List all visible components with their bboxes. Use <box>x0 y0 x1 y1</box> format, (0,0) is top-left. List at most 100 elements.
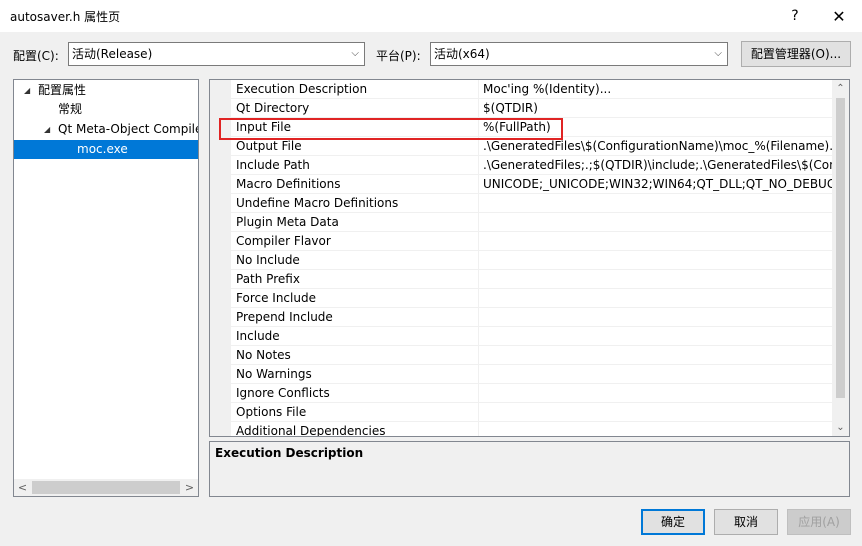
column-separator <box>478 327 479 346</box>
platform-label: 平台(P): <box>376 49 421 63</box>
chevron-down-icon: ⌵ <box>714 48 722 59</box>
property-row[interactable]: No Notes <box>231 346 836 365</box>
property-value[interactable] <box>483 194 835 213</box>
title-bar: autosaver.h 属性页 ? ✕ <box>0 0 862 32</box>
column-separator <box>478 384 479 403</box>
column-separator <box>478 175 479 194</box>
property-name: No Notes <box>236 348 291 362</box>
column-separator <box>478 251 479 270</box>
config-value: 活动(Release) <box>72 47 153 61</box>
close-icon: ✕ <box>832 6 846 26</box>
config-label: 配置(C): <box>13 49 59 63</box>
chevron-down-icon: ⌵ <box>351 48 359 59</box>
column-separator <box>478 156 479 175</box>
help-button[interactable]: ? <box>772 0 818 32</box>
config-manager-button[interactable]: 配置管理器(O)... <box>741 41 851 67</box>
property-value[interactable] <box>483 251 835 270</box>
property-value[interactable]: UNICODE;_UNICODE;WIN32;WIN64;QT_DLL;QT_N… <box>483 175 835 194</box>
tree-item-moc-exe[interactable]: moc.exe <box>14 140 198 159</box>
scroll-down-icon[interactable]: ⌄ <box>832 419 849 436</box>
property-value[interactable] <box>483 422 835 436</box>
property-value[interactable] <box>483 365 835 384</box>
property-value[interactable]: .\GeneratedFiles;.;$(QTDIR)\include;.\Ge… <box>483 156 835 175</box>
property-name: Compiler Flavor <box>236 234 331 248</box>
property-row[interactable]: Qt Directory $(QTDIR) <box>231 99 836 118</box>
tree-horizontal-scrollbar[interactable]: < > <box>14 479 198 496</box>
property-row[interactable]: Prepend Include <box>231 308 836 327</box>
property-row[interactable]: Plugin Meta Data <box>231 213 836 232</box>
tree-item-label: 配置属性 <box>38 83 87 97</box>
column-separator <box>478 213 479 232</box>
scroll-right-icon[interactable]: > <box>181 479 198 496</box>
scrollbar-thumb[interactable] <box>32 481 180 494</box>
property-value[interactable] <box>483 213 835 232</box>
property-name: Additional Dependencies <box>236 424 386 437</box>
column-separator <box>478 270 479 289</box>
property-name: Include <box>236 329 280 343</box>
column-separator <box>478 403 479 422</box>
property-name: No Warnings <box>236 367 312 381</box>
property-name: No Include <box>236 253 300 267</box>
tree-item-general[interactable]: 常规 <box>14 100 198 119</box>
property-name: Execution Description <box>236 82 368 96</box>
property-value[interactable] <box>483 346 835 365</box>
highlight-box <box>219 118 563 140</box>
tree-item-config-properties[interactable]: ◢ 配置属性 <box>14 81 198 100</box>
property-value[interactable] <box>483 232 835 251</box>
tree-item-label: moc.exe <box>77 142 128 156</box>
property-name: Undefine Macro Definitions <box>236 196 399 210</box>
property-row[interactable]: Undefine Macro Definitions <box>231 194 836 213</box>
scroll-up-icon[interactable]: ⌃ <box>832 80 849 97</box>
property-row[interactable]: Compiler Flavor <box>231 232 836 251</box>
column-separator <box>478 80 479 99</box>
help-icon: ? <box>791 8 799 24</box>
column-separator <box>478 194 479 213</box>
property-value[interactable] <box>483 327 835 346</box>
property-value[interactable] <box>483 270 835 289</box>
property-row[interactable]: Ignore Conflicts <box>231 384 836 403</box>
cancel-button[interactable]: 取消 <box>714 509 778 535</box>
ok-button[interactable]: 确定 <box>641 509 705 535</box>
platform-value: 活动(x64) <box>434 47 490 61</box>
tree-item-label: 常规 <box>58 102 83 116</box>
property-row[interactable]: No Warnings <box>231 365 836 384</box>
property-row[interactable]: Additional Dependencies <box>231 422 836 437</box>
apply-button[interactable]: 应用(A) <box>787 509 851 535</box>
property-row[interactable]: No Include <box>231 251 836 270</box>
column-separator <box>478 422 479 436</box>
scrollbar-thumb[interactable] <box>836 98 845 398</box>
property-value[interactable]: $(QTDIR) <box>483 99 835 118</box>
property-row[interactable]: Options File <box>231 403 836 422</box>
property-name: Qt Directory <box>236 101 310 115</box>
scroll-left-icon[interactable]: < <box>14 479 31 496</box>
config-dropdown[interactable]: 活动(Release) ⌵ <box>68 42 365 66</box>
platform-dropdown[interactable]: 活动(x64) ⌵ <box>430 42 728 66</box>
close-button[interactable]: ✕ <box>816 0 862 32</box>
description-title: Execution Description <box>215 446 364 460</box>
property-value[interactable] <box>483 403 835 422</box>
property-value[interactable]: Moc'ing %(Identity)... <box>483 80 835 99</box>
property-value[interactable] <box>483 384 835 403</box>
grid-vertical-scrollbar[interactable]: ⌃ ⌄ <box>832 80 849 436</box>
expander-icon[interactable]: ◢ <box>24 81 30 100</box>
property-name: Ignore Conflicts <box>236 386 330 400</box>
property-row[interactable]: Include Path .\GeneratedFiles;.;$(QTDIR)\… <box>231 156 836 175</box>
property-name: Force Include <box>236 291 316 305</box>
property-name: Plugin Meta Data <box>236 215 339 229</box>
tree-item-qt-moc[interactable]: ◢ Qt Meta-Object Compiler <box>14 120 198 139</box>
property-row[interactable]: Force Include <box>231 289 836 308</box>
column-separator <box>478 289 479 308</box>
property-value[interactable] <box>483 289 835 308</box>
expander-icon[interactable]: ◢ <box>44 120 50 139</box>
property-tree[interactable]: ◢ 配置属性 常规 ◢ Qt Meta-Object Compiler moc.… <box>13 79 199 497</box>
property-row[interactable]: Path Prefix <box>231 270 836 289</box>
column-separator <box>478 308 479 327</box>
property-row[interactable]: Macro Definitions UNICODE;_UNICODE;WIN32;… <box>231 175 836 194</box>
property-name: Path Prefix <box>236 272 300 286</box>
property-row[interactable]: Execution Description Moc'ing %(Identity)… <box>231 80 836 99</box>
property-row[interactable]: Include <box>231 327 836 346</box>
tree-item-label: Qt Meta-Object Compiler <box>58 122 198 136</box>
column-separator <box>478 346 479 365</box>
property-name: Options File <box>236 405 307 419</box>
property-value[interactable] <box>483 308 835 327</box>
